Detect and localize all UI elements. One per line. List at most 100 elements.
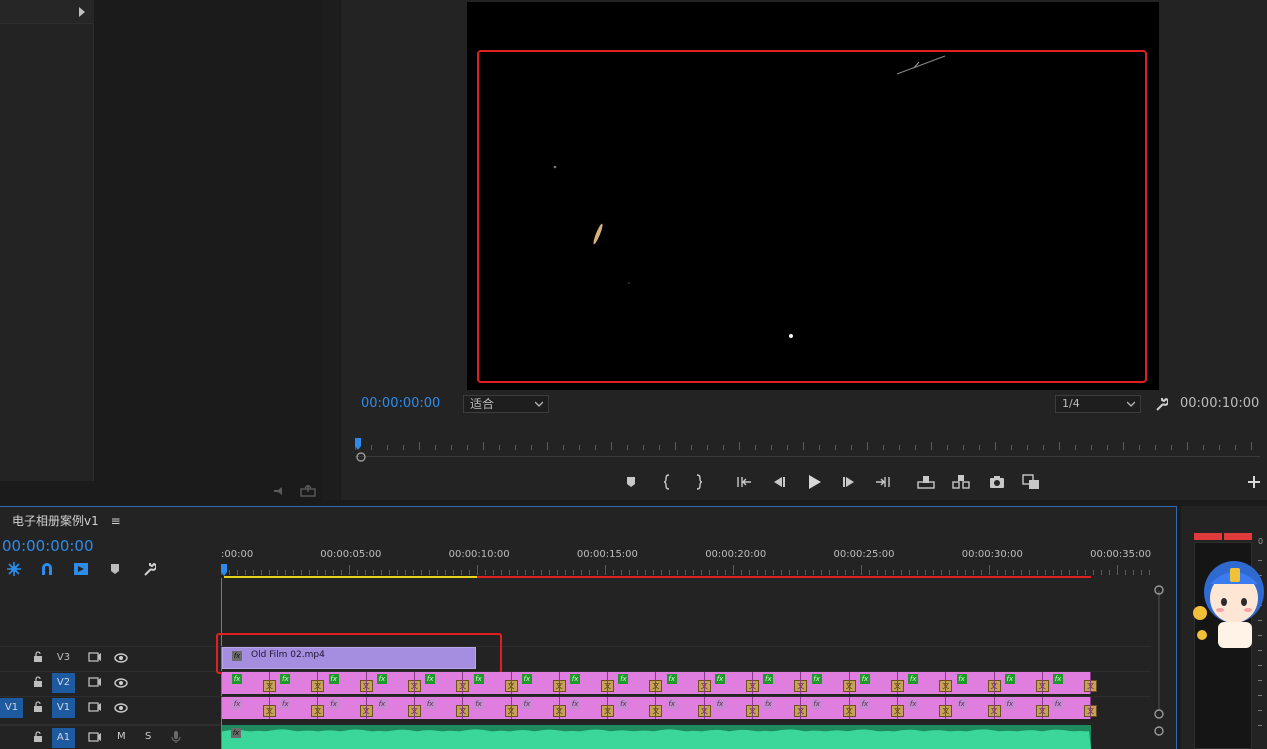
camera-icon[interactable] bbox=[987, 472, 1007, 492]
solo-button[interactable]: S bbox=[145, 731, 151, 742]
ruler-tick bbox=[317, 570, 318, 575]
play-icon[interactable] bbox=[804, 472, 824, 492]
ruler-tick bbox=[1109, 570, 1110, 575]
lift-icon[interactable] bbox=[916, 472, 936, 492]
extract-icon[interactable] bbox=[951, 472, 971, 492]
panel-menu-icon[interactable]: ≡ bbox=[111, 514, 121, 528]
ruler-tick bbox=[677, 570, 678, 575]
fx-badge: fx bbox=[811, 674, 822, 684]
ruler-tick bbox=[253, 570, 254, 575]
eye-icon[interactable] bbox=[114, 678, 128, 688]
clip-boundary bbox=[848, 672, 850, 694]
sequence-tab[interactable]: 电子相册案例v1 ≡ bbox=[12, 512, 121, 529]
clip-boundary bbox=[703, 672, 705, 694]
clip-boundary bbox=[462, 672, 464, 694]
ruler-tick bbox=[435, 445, 436, 450]
scroll-handle-top[interactable] bbox=[1154, 585, 1164, 595]
ruler-tick bbox=[883, 445, 884, 450]
timeline-playhead[interactable] bbox=[221, 564, 227, 576]
lock-icon[interactable] bbox=[33, 731, 43, 743]
step-forward-icon[interactable] bbox=[839, 472, 859, 492]
film-sync-icon[interactable] bbox=[88, 732, 102, 742]
lock-icon[interactable] bbox=[33, 651, 43, 663]
step-back-icon[interactable] bbox=[769, 472, 789, 492]
mute-button[interactable]: M bbox=[117, 731, 126, 742]
timeline-vscroll[interactable] bbox=[1154, 585, 1164, 745]
ruler-tick bbox=[933, 570, 934, 575]
clip-boundary bbox=[800, 672, 802, 694]
add-button-icon[interactable] bbox=[1244, 472, 1264, 492]
fx-badge: fx bbox=[328, 699, 339, 709]
ruler-tick bbox=[1091, 445, 1092, 450]
track-target-v2[interactable]: V2 bbox=[52, 673, 75, 693]
scroll-handle-audio[interactable] bbox=[1154, 726, 1164, 736]
ruler-tick bbox=[541, 570, 542, 575]
ruler-tick bbox=[835, 445, 836, 450]
compare-icon[interactable] bbox=[1021, 472, 1041, 492]
still-sequence-v2[interactable]: fx文fx文fx文fx文fx文fx文fx文fx文fx文fx文fx文fx文fx文f… bbox=[222, 672, 1098, 694]
ruler-tick bbox=[1219, 445, 1220, 450]
scroll-handle-bottom[interactable] bbox=[1154, 709, 1164, 719]
wrench-icon[interactable] bbox=[1154, 397, 1168, 411]
linked-selection-icon[interactable] bbox=[73, 561, 89, 577]
add-marker-icon[interactable] bbox=[109, 563, 121, 575]
clip-boundary bbox=[365, 697, 367, 719]
track-target-v1[interactable]: V1 bbox=[52, 698, 75, 718]
ruler-tick bbox=[995, 442, 996, 450]
mascot-sticker-image bbox=[1190, 548, 1267, 656]
eye-icon[interactable] bbox=[114, 653, 128, 663]
ruler-tick bbox=[989, 565, 990, 575]
go-to-out-icon[interactable] bbox=[873, 472, 893, 492]
zoom-handle-left[interactable] bbox=[356, 452, 366, 462]
track-target-v3[interactable]: V3 bbox=[52, 648, 75, 668]
monitor-playhead[interactable] bbox=[355, 438, 361, 450]
ruler-tick bbox=[365, 570, 366, 575]
film-sync-icon[interactable] bbox=[88, 702, 102, 712]
timeline-ruler[interactable]: :00:00 00:00:05:00 00:00:10:00 00:00:15:00 0… bbox=[221, 547, 1156, 579]
lock-icon[interactable] bbox=[33, 701, 43, 713]
go-to-in-icon[interactable] bbox=[734, 472, 754, 492]
source-patch-v1[interactable]: V1 bbox=[0, 698, 23, 718]
ruler-tick bbox=[867, 442, 868, 450]
monitor-current-timecode[interactable]: 00:00:00:00 bbox=[361, 396, 440, 411]
ruler-tick bbox=[773, 570, 774, 575]
ruler-tick bbox=[573, 570, 574, 575]
triangle-right-icon[interactable] bbox=[78, 7, 86, 17]
film-sync-icon[interactable] bbox=[88, 652, 102, 662]
clip-boundary bbox=[945, 672, 947, 694]
clip-boundary bbox=[848, 697, 850, 719]
ruler-tick bbox=[403, 445, 404, 450]
ruler-tick bbox=[301, 570, 302, 575]
monitor-time-ruler[interactable] bbox=[355, 436, 1260, 462]
ruler-tick bbox=[781, 570, 782, 575]
nest-sequence-icon[interactable] bbox=[6, 561, 22, 577]
ruler-tick bbox=[373, 570, 374, 575]
ruler-tick bbox=[693, 570, 694, 575]
eye-icon[interactable] bbox=[114, 703, 128, 713]
audio-clip-a1[interactable]: fx bbox=[222, 725, 1091, 749]
panel-divider[interactable] bbox=[322, 0, 340, 500]
resolution-dropdown[interactable]: 1/4 bbox=[1055, 395, 1141, 413]
mark-in-icon[interactable] bbox=[658, 472, 678, 492]
share-icon[interactable] bbox=[300, 485, 316, 497]
marker-icon[interactable] bbox=[622, 472, 642, 492]
timeline-timecode[interactable]: 00:00:00:00 bbox=[2, 537, 94, 555]
lock-icon[interactable] bbox=[33, 676, 43, 688]
fit-dropdown[interactable]: 适合 bbox=[463, 395, 549, 413]
still-sequence-v1[interactable]: fx文fx文fx文fx文fx文fx文fx文fx文fx文fx文fx文fx文fx文f… bbox=[222, 697, 1098, 719]
ruler-tick bbox=[645, 570, 646, 575]
ruler-tick bbox=[467, 445, 468, 450]
track-target-a1[interactable]: A1 bbox=[52, 728, 75, 748]
ruler-tick bbox=[485, 570, 486, 575]
ruler-tick bbox=[419, 442, 420, 450]
timeline-settings-wrench-icon[interactable] bbox=[142, 562, 156, 576]
chevron-down-icon bbox=[1127, 401, 1135, 407]
ruler-tick bbox=[525, 570, 526, 575]
mark-out-icon[interactable] bbox=[690, 472, 710, 492]
film-sync-icon[interactable] bbox=[88, 677, 102, 687]
microphone-icon[interactable] bbox=[171, 730, 181, 744]
snap-magnet-icon[interactable] bbox=[39, 561, 55, 577]
ruler-tick bbox=[1037, 570, 1038, 575]
fx-badge: fx bbox=[666, 699, 677, 709]
audio-export-icon[interactable] bbox=[272, 485, 288, 497]
